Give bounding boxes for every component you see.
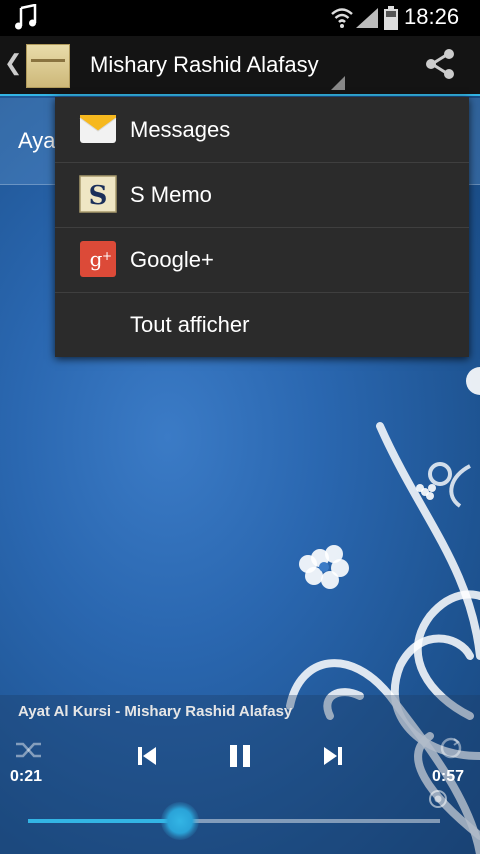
menu-item-s-memo[interactable]: S S Memo xyxy=(55,162,469,228)
menu-item-show-all[interactable]: Tout afficher xyxy=(55,292,469,357)
share-icon[interactable] xyxy=(424,48,456,80)
app-logo-icon[interactable] xyxy=(26,44,70,88)
elapsed-time: 0:21 xyxy=(10,768,43,785)
wifi-icon xyxy=(331,8,353,28)
total-time: 0:57 xyxy=(432,768,465,785)
messages-envelope-icon xyxy=(79,115,117,143)
share-menu: Messages S S Memo g + Google+ Tout affic… xyxy=(55,97,469,357)
playback-mode-icon[interactable] xyxy=(428,789,448,809)
menu-item-label: Tout afficher xyxy=(130,312,250,337)
track-title: Ayat Al Kursi - Mishary Rashid Alafasy xyxy=(18,703,293,720)
repeat-icon[interactable] xyxy=(438,735,464,761)
menu-item-messages[interactable]: Messages xyxy=(55,97,469,163)
menu-item-label: Messages xyxy=(130,117,231,142)
dropdown-indicator-icon xyxy=(331,76,345,90)
action-bar: ❮ Mishary Rashid Alafasy xyxy=(0,36,480,96)
status-bar: 18:26 xyxy=(0,0,480,36)
google-plus-icon: g + xyxy=(80,241,116,277)
menu-item-google-plus[interactable]: g + Google+ xyxy=(55,227,469,293)
chevron-left-icon[interactable]: ❮ xyxy=(4,50,22,76)
signal-strength-icon xyxy=(356,8,378,28)
action-bar-title[interactable]: Mishary Rashid Alafasy xyxy=(90,52,319,78)
menu-item-label: Google+ xyxy=(130,247,214,272)
media-player: Ayat Al Kursi - Mishary Rashid Alafasy 0… xyxy=(0,695,480,854)
list-item-label: Aya xyxy=(18,128,56,153)
menu-item-label: S Memo xyxy=(130,182,212,207)
shuffle-icon[interactable] xyxy=(14,739,44,761)
pause-icon[interactable] xyxy=(228,744,252,768)
seek-thumb[interactable] xyxy=(161,802,200,840)
music-note-icon xyxy=(15,4,37,30)
previous-track-icon[interactable] xyxy=(136,745,158,767)
status-time: 18:26 xyxy=(404,4,460,29)
svg-text:S: S xyxy=(89,181,108,211)
battery-icon xyxy=(384,6,398,30)
seek-bar[interactable] xyxy=(28,802,440,840)
seek-progress xyxy=(28,819,181,823)
svg-text:g: g xyxy=(90,247,103,271)
s-memo-icon: S xyxy=(79,175,117,213)
next-track-icon[interactable] xyxy=(322,745,344,767)
svg-text:+: + xyxy=(102,249,112,263)
